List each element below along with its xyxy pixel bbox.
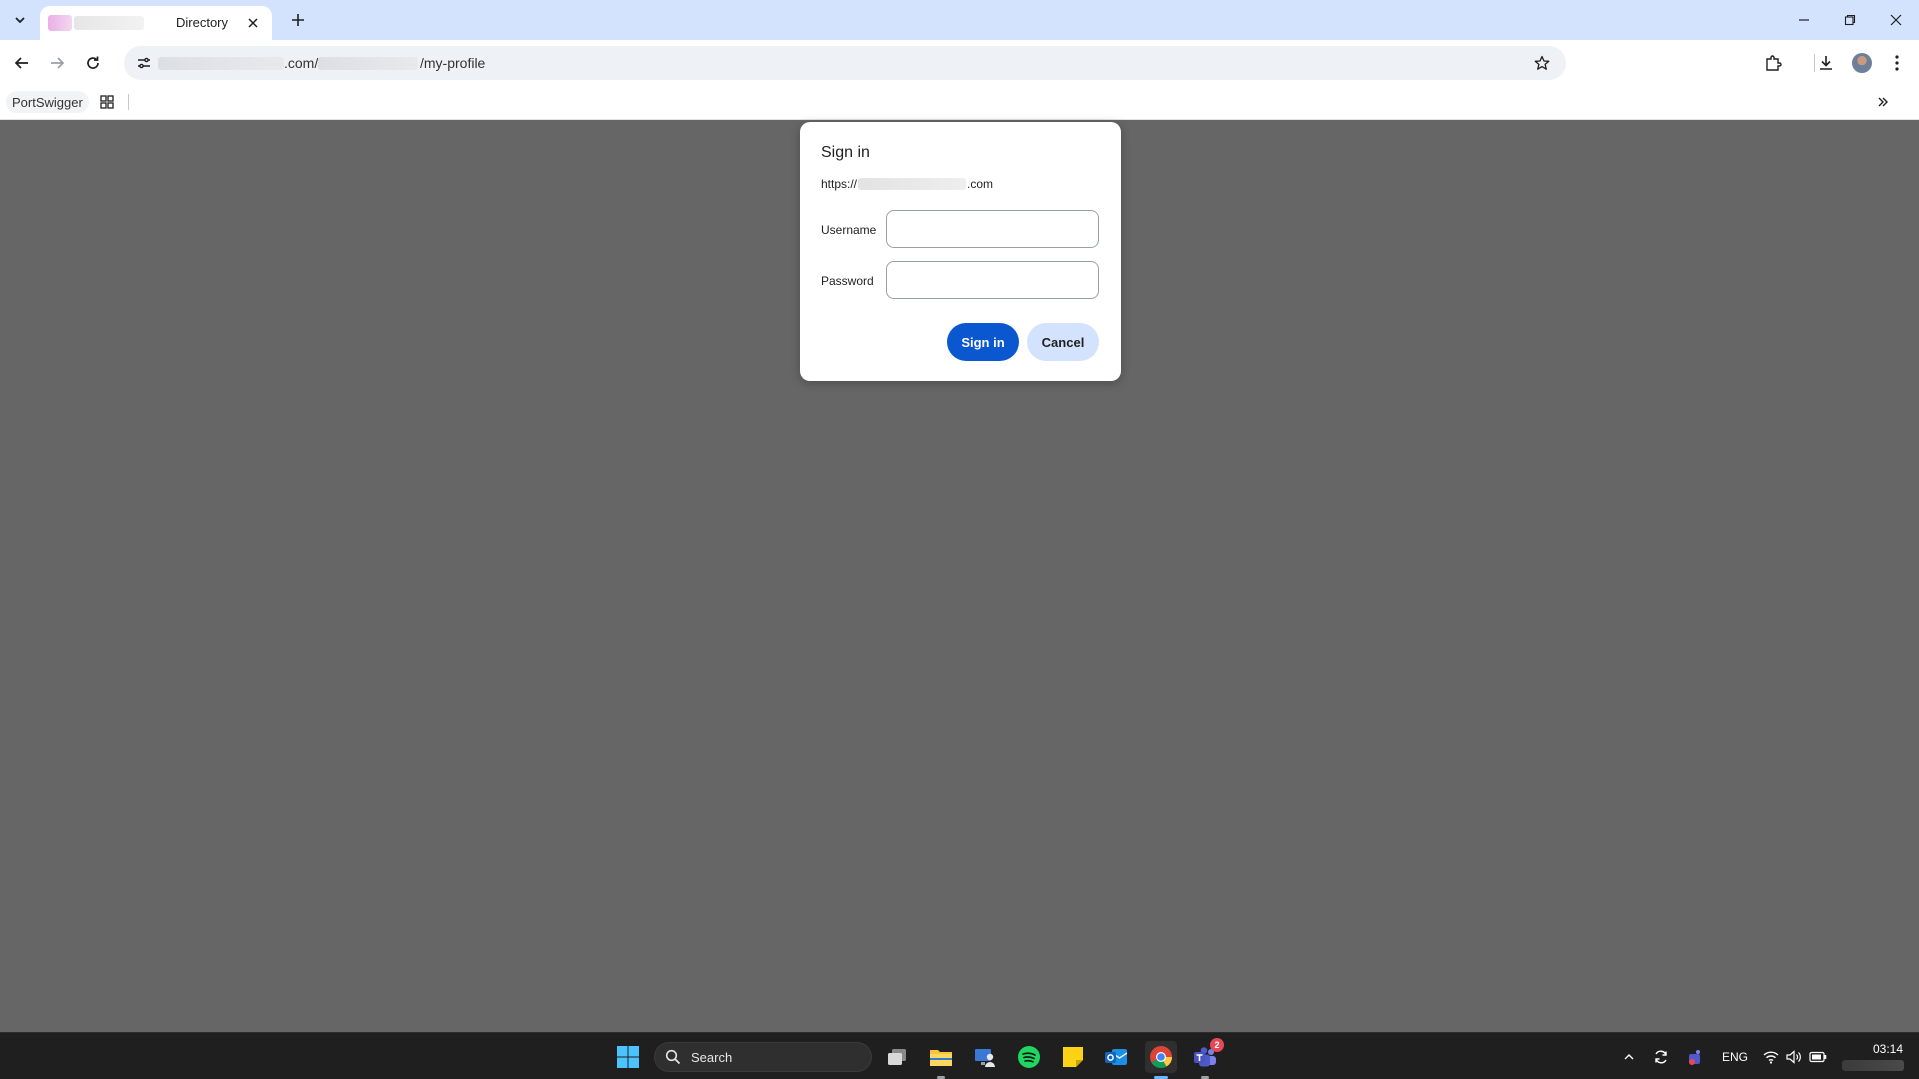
username-input[interactable] [886,210,1099,248]
taskbar-search-label: Search [691,1050,733,1065]
site-favicon-icon [48,15,72,31]
volume-button[interactable] [1784,1047,1804,1067]
double-chevron-right-icon [1878,97,1888,107]
wifi-icon [1763,1051,1779,1064]
teams-button[interactable]: 2 [1189,1038,1224,1079]
chrome-icon [1150,1046,1172,1068]
tune-icon [138,57,150,69]
spotify-button[interactable] [1013,1041,1045,1073]
redacted-tab-text [74,16,144,30]
sticky-note-icon [1063,1047,1083,1067]
tab-search-button[interactable] [8,8,32,32]
teams-icon [1689,1050,1700,1065]
close-icon [248,18,258,28]
notification-badge: 2 [1210,1038,1224,1052]
star-icon [1534,55,1550,70]
arrow-left-icon [14,57,28,69]
new-tab-button[interactable] [286,8,310,32]
taskbar-search[interactable]: Search [654,1042,872,1072]
redacted-url-text [158,57,284,70]
username-label: Username [821,223,877,237]
avatar [1852,53,1872,73]
dialog-title: Sign in [821,144,870,161]
battery-icon [1809,1051,1827,1063]
chevron-up-icon [1624,1054,1634,1060]
folder-icon [930,1050,952,1066]
url-domain-suffix: .com/ [284,55,319,71]
sync-icon [1655,1050,1667,1064]
show-hidden-icons-button[interactable] [1619,1047,1639,1067]
search-icon [665,1049,681,1065]
downloads-button[interactable] [1812,49,1840,77]
taskbar: Search 2 ENG 03:14 [0,1032,1919,1079]
redacted-origin-text [858,178,967,190]
cancel-button[interactable]: Cancel [1027,323,1099,361]
browser-tab[interactable]: Directory [40,6,272,40]
address-bar[interactable]: .com/ /my-profile [124,46,1566,80]
password-input[interactable] [886,261,1099,299]
origin-suffix: .com [967,177,994,191]
windows-logo-icon [617,1046,639,1068]
minimize-icon [1799,19,1809,21]
task-view-button[interactable] [881,1041,913,1073]
more-bookmarks-button[interactable] [1872,91,1894,113]
bookmark-portswigger[interactable]: PortSwigger [6,91,89,113]
wifi-button[interactable] [1761,1047,1781,1067]
tab-close-button[interactable] [244,14,262,32]
forward-button[interactable] [43,49,71,77]
chevron-down-icon [15,17,25,24]
tab-strip: Directory [0,0,1919,40]
bookmarks-divider [128,94,129,110]
sticky-notes-button[interactable] [1057,1041,1089,1073]
battery-button[interactable] [1808,1047,1828,1067]
start-button[interactable] [612,1041,644,1073]
minimize-button[interactable] [1788,6,1820,34]
grid-icon [100,95,114,109]
outlook-button[interactable] [1100,1041,1132,1073]
bookmark-star-button[interactable] [1530,51,1554,75]
restore-button[interactable] [1834,6,1866,34]
restore-icon [1844,14,1856,26]
browser-toolbar: .com/ /my-profile [0,40,1919,86]
menu-button[interactable] [1883,49,1911,77]
download-icon [1820,56,1832,70]
mail-icon [1105,1049,1128,1065]
task-view-icon [888,1049,906,1065]
language-indicator[interactable]: ENG [1722,1050,1748,1064]
back-button[interactable] [8,49,36,77]
bookmarks-bar: PortSwigger [0,86,1919,120]
plus-icon [292,14,304,26]
computer-user-icon [975,1049,995,1067]
sign-in-dialog: Sign in https:// .com Username Password … [800,122,1121,381]
redacted-url-text [318,57,418,70]
clock-time[interactable]: 03:14 [1873,1042,1903,1056]
profile-button[interactable] [1848,49,1876,77]
spotify-icon [1018,1046,1040,1068]
tab-title: Directory [176,15,229,30]
teams-tray-button[interactable] [1685,1047,1705,1067]
close-icon [1890,14,1902,26]
more-vertical-icon [1895,55,1899,71]
reload-icon [87,56,99,69]
close-window-button[interactable] [1880,6,1912,34]
apps-button[interactable] [96,91,118,113]
file-explorer-button[interactable] [925,1041,957,1079]
site-info-button[interactable] [132,51,156,75]
sync-tray-button[interactable] [1651,1047,1671,1067]
extensions-button[interactable] [1759,49,1787,77]
bookmark-label: PortSwigger [12,94,83,110]
password-label: Password [821,274,874,288]
dialog-origin: https:// .com [821,177,993,191]
reload-button[interactable] [79,49,107,77]
volume-icon [1786,1050,1801,1064]
puzzle-icon [1766,55,1782,71]
arrow-right-icon [51,57,65,69]
redacted-date-text [1842,1060,1904,1071]
chrome-button[interactable] [1145,1041,1177,1079]
sign-in-button[interactable]: Sign in [947,323,1019,361]
remote-app-button[interactable] [969,1041,1001,1073]
origin-prefix: https:// [821,177,858,191]
url-path: /my-profile [420,55,486,71]
